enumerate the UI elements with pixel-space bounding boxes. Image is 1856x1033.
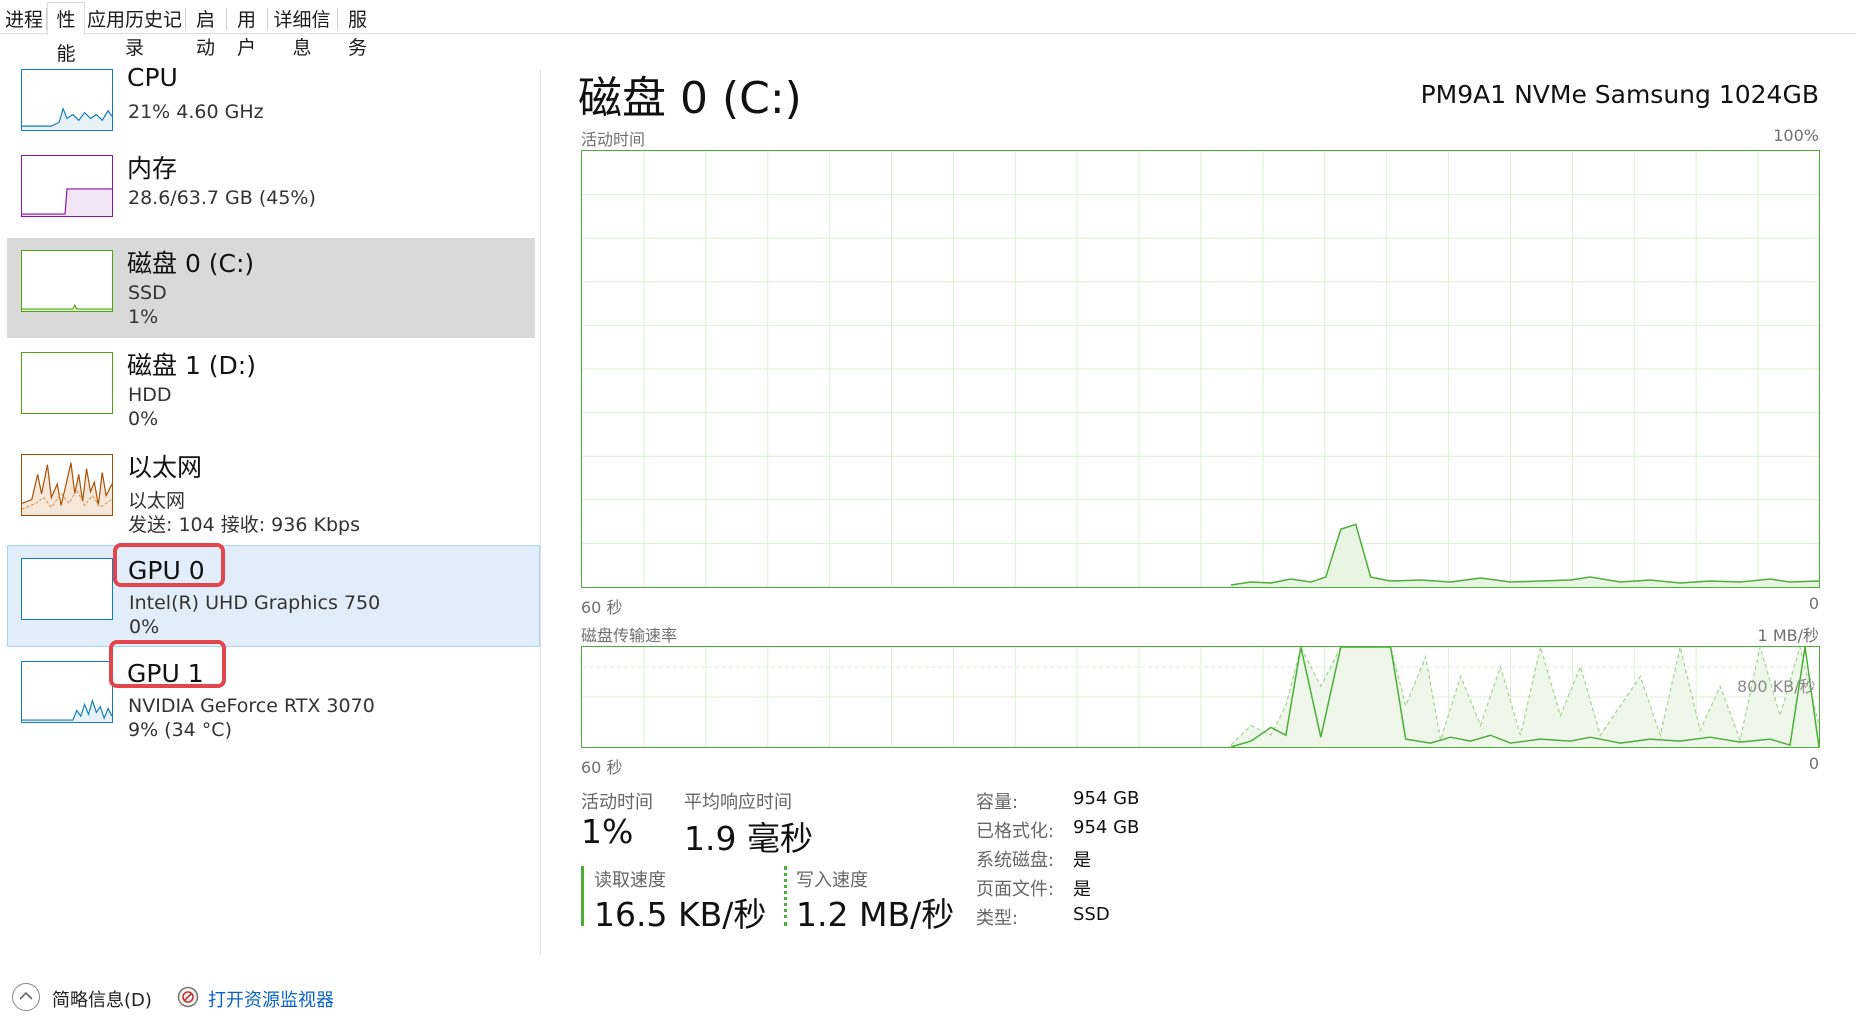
avg-response-label: 平均响应时间 (684, 792, 792, 813)
tab-performance[interactable]: 性能 (47, 2, 85, 65)
transfer-rate-graph (581, 646, 1820, 748)
ethernet-thumbnail-graph (21, 454, 113, 516)
page-file-label: 页面文件: (976, 879, 1055, 900)
transfer-rate-graph-max: 1 MB/秒 (1757, 626, 1819, 645)
write-speed-value: 1.2 MB/秒 (796, 895, 955, 934)
system-disk-label: 系统磁盘: (976, 850, 1055, 871)
transfer-rate-graph-label: 磁盘传输速率 (581, 626, 678, 645)
cpu-thumbnail-graph (21, 69, 113, 131)
sidebar-item-disk-1[interactable]: 磁盘 1 (D:) HDD 0% (7, 340, 535, 440)
read-speed-value: 16.5 KB/秒 (594, 895, 767, 934)
sidebar-item-ethernet[interactable]: 以太网 以太网 发送: 104 接收: 936 Kbps (7, 442, 535, 542)
capacity-value: 954 GB (1073, 788, 1140, 809)
sidebar-item-usage: 0% (129, 616, 160, 638)
sidebar-item-model: NVIDIA GeForce RTX 3070 (128, 695, 375, 717)
tab-details[interactable]: 详细信息 (268, 6, 336, 59)
resource-monitor-icon (177, 986, 199, 1008)
active-time-label: 活动时间 (581, 792, 653, 813)
active-time-x-start: 60 秒 (581, 598, 623, 617)
gpu-0-highlight-box (113, 543, 225, 587)
sidebar-divider (540, 70, 541, 955)
disk-model-name: PM9A1 NVMe Samsung 1024GB (1420, 80, 1819, 109)
disk-type-value: SSD (1073, 904, 1110, 925)
sidebar-item-model: Intel(R) UHD Graphics 750 (129, 592, 381, 614)
tab-processes[interactable]: 进程 (3, 6, 45, 34)
tab-app-history[interactable]: 应用历史记录 (86, 6, 183, 59)
system-disk-value: 是 (1073, 850, 1091, 871)
read-speed-indicator (581, 866, 584, 926)
chevron-up-icon (19, 991, 33, 1000)
sidebar-item-cpu[interactable]: CPU 21% 4.60 GHz (7, 57, 535, 157)
sidebar-item-throughput: 发送: 104 接收: 936 Kbps (128, 514, 360, 536)
sidebar-item-gpu-1[interactable]: GPU 1 NVIDIA GeForce RTX 3070 9% (34 °C) (7, 649, 535, 749)
tab-startup[interactable]: 启动 (187, 6, 224, 59)
tab-separator (337, 8, 338, 30)
collapse-summary-button[interactable] (12, 983, 40, 1011)
transfer-rate-x-end: 0 (1808, 754, 1819, 773)
disk-type-label: 类型: (976, 908, 1019, 929)
page-file-value: 是 (1073, 879, 1091, 900)
tab-bar: 进程 性能 应用历史记录 启动 用户 详细信息 服务 (0, 0, 1856, 65)
sidebar-item-gpu-0[interactable]: GPU 0 Intel(R) UHD Graphics 750 0% (7, 545, 540, 647)
sidebar-item-detail: 28.6/63.7 GB (45%) (128, 187, 316, 209)
sidebar-item-title: 内存 (127, 154, 178, 183)
active-time-x-end: 0 (1808, 594, 1819, 613)
sidebar-item-usage: 1% (128, 306, 159, 328)
sidebar-item-title: CPU (127, 63, 178, 92)
tab-services[interactable]: 服务 (339, 6, 376, 59)
formatted-value: 954 GB (1073, 817, 1140, 838)
page-title: 磁盘 0 (C:) (578, 73, 802, 124)
write-speed-indicator (784, 866, 787, 926)
active-time-graph-max: 100% (1773, 126, 1819, 145)
open-resource-monitor-link[interactable]: 打开资源监视器 (208, 986, 334, 1012)
sidebar-item-disk-0[interactable]: 磁盘 0 (C:) SSD 1% (7, 238, 535, 338)
transfer-rate-x-start: 60 秒 (581, 758, 623, 777)
fewer-details-label[interactable]: 简略信息(D) (52, 986, 152, 1012)
gpu-1-highlight-box (109, 640, 226, 688)
tab-separator (185, 8, 186, 30)
sidebar-item-usage-temp: 9% (34 °C) (128, 719, 232, 741)
sidebar-item-title: 以太网 (127, 453, 203, 482)
active-time-graph (581, 150, 1820, 588)
memory-thumbnail-graph (21, 155, 113, 217)
capacity-label: 容量: (976, 792, 1019, 813)
tab-users[interactable]: 用户 (228, 6, 265, 59)
sidebar-item-title: 磁盘 0 (C:) (127, 249, 255, 278)
active-time-value: 1% (581, 812, 634, 851)
sidebar-item-adapter: 以太网 (128, 490, 186, 512)
formatted-label: 已格式化: (976, 821, 1055, 842)
transfer-rate-mid-label: 800 KB/秒 (1737, 677, 1816, 696)
disk-0-thumbnail-graph (21, 250, 113, 312)
avg-response-value: 1.9 毫秒 (684, 819, 813, 858)
sidebar-item-type: HDD (128, 384, 172, 406)
sidebar-item-detail: 21% 4.60 GHz (128, 101, 264, 123)
disk-1-thumbnail-graph (21, 352, 113, 414)
sidebar-item-memory[interactable]: 内存 28.6/63.7 GB (45%) (7, 143, 535, 243)
gpu-0-thumbnail-graph (21, 558, 113, 620)
sidebar-item-type: SSD (128, 282, 167, 304)
resource-sidebar: CPU 21% 4.60 GHz 内存 28.6/63.7 GB (45%) 磁… (0, 35, 540, 955)
sidebar-item-title: 磁盘 1 (D:) (127, 351, 256, 380)
sidebar-item-usage: 0% (128, 408, 159, 430)
gpu-1-thumbnail-graph (21, 661, 113, 723)
tab-separator (226, 8, 227, 30)
active-time-graph-label: 活动时间 (581, 130, 646, 149)
